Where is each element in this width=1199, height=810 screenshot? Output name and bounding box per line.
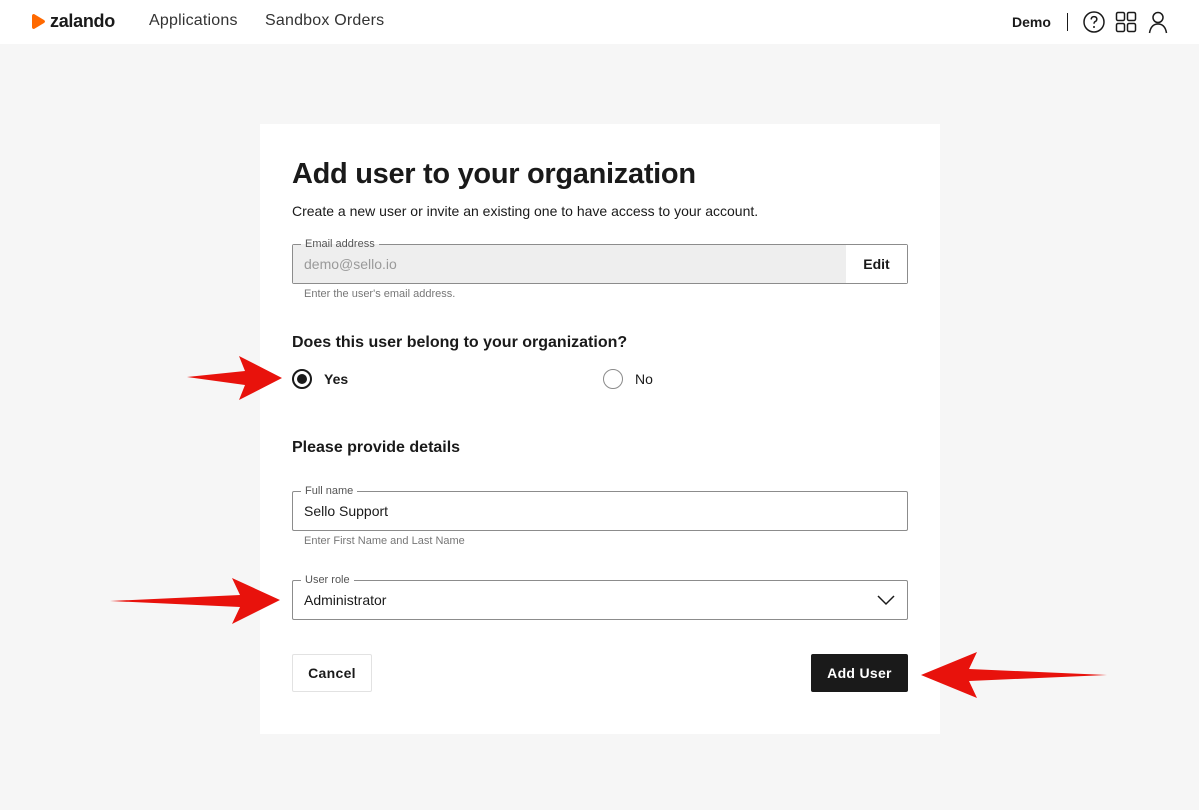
annotation-arrow-icon <box>110 578 280 624</box>
page-title: Add user to your organization <box>292 158 696 190</box>
user-role-value[interactable]: Administrator <box>304 592 386 608</box>
organization-name[interactable]: Demo <box>1012 14 1051 30</box>
email-field: demo@sello.io Email address Edit <box>292 237 908 284</box>
email-label: Email address <box>301 237 379 251</box>
add-user-card: Add user to your organization Create a n… <box>260 124 940 734</box>
details-section-title: Please provide details <box>292 439 461 456</box>
full-name-help-text: Enter First Name and Last Name <box>304 535 465 547</box>
organization-question: Does this user belong to your organizati… <box>292 334 628 351</box>
radio-no-circle[interactable] <box>603 369 623 389</box>
zalando-logo-icon <box>32 14 45 29</box>
email-help-text: Enter the user's email address. <box>304 288 456 300</box>
radio-no[interactable]: No <box>603 369 653 389</box>
user-role-select[interactable]: User role Administrator <box>292 573 908 620</box>
radio-no-label[interactable]: No <box>635 371 653 387</box>
header-divider <box>1067 13 1068 31</box>
page-subtitle: Create a new user or invite an existing … <box>292 203 759 219</box>
chevron-down-icon[interactable] <box>877 593 895 607</box>
radio-yes[interactable]: Yes <box>292 369 348 389</box>
edit-email-button[interactable]: Edit <box>846 245 907 283</box>
annotation-arrow-icon <box>921 652 1107 698</box>
radio-yes-label[interactable]: Yes <box>324 371 348 387</box>
radio-selected-dot <box>297 374 307 384</box>
add-user-button[interactable]: Add User <box>811 654 908 692</box>
logo-text: zalando <box>50 11 115 31</box>
annotation-arrow-icon <box>187 356 282 400</box>
user-role-label: User role <box>301 573 354 587</box>
email-value: demo@sello.io <box>304 256 397 272</box>
apps-grid-icon[interactable] <box>1114 10 1138 34</box>
zalando-logo[interactable]: zalando <box>32 11 115 32</box>
cancel-button[interactable]: Cancel <box>292 654 372 692</box>
top-bar: zalando Applications Sandbox Orders Demo <box>0 0 1199 44</box>
nav-sandbox-orders[interactable]: Sandbox Orders <box>265 12 384 30</box>
user-icon[interactable] <box>1146 10 1170 34</box>
full-name-field[interactable]: Full name Sello Support <box>292 484 908 531</box>
full-name-value[interactable]: Sello Support <box>304 503 388 519</box>
full-name-label: Full name <box>301 484 358 498</box>
help-icon[interactable] <box>1082 10 1106 34</box>
nav-applications[interactable]: Applications <box>149 12 238 30</box>
radio-yes-circle[interactable] <box>292 369 312 389</box>
